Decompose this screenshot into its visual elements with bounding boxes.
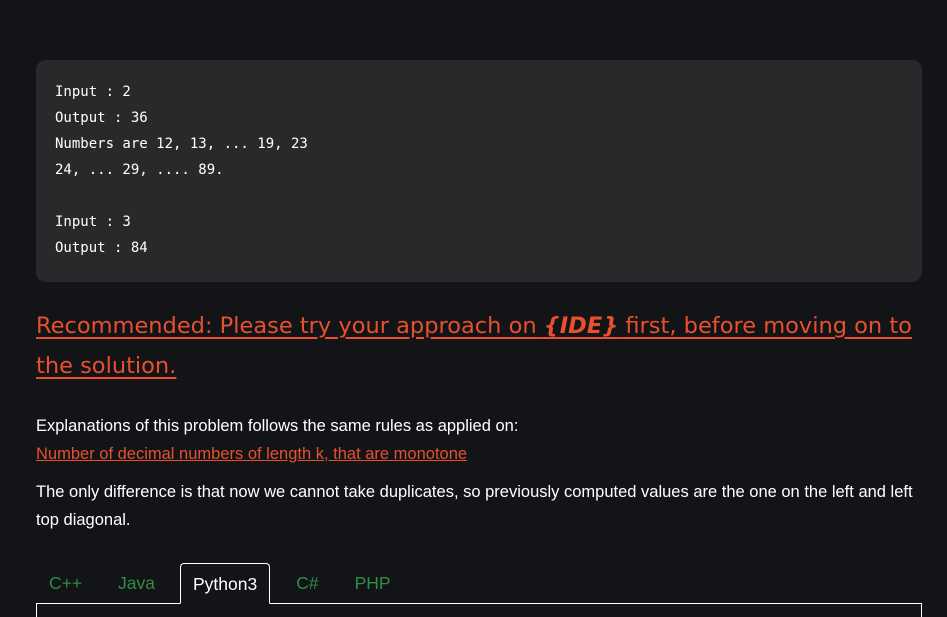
explanation-intro: Explanations of this problem follows the…	[36, 417, 519, 435]
tab-python3[interactable]: Python3	[180, 563, 271, 604]
ide-label: {IDE}	[543, 313, 619, 339]
code-line: Output : 36	[55, 110, 148, 126]
tab-csharp[interactable]: C#	[270, 563, 331, 604]
monotone-numbers-link[interactable]: Number of decimal numbers of length k, t…	[36, 440, 467, 468]
language-tabs: C++ Java Python3 C# PHP	[36, 563, 404, 604]
tab-php[interactable]: PHP	[332, 563, 404, 604]
explanation-detail: The only difference is that now we canno…	[36, 483, 913, 529]
code-line: 24, ... 29, .... 89.	[55, 162, 224, 178]
recommended-ide-link[interactable]: Recommended: Please try your approach on…	[36, 306, 926, 386]
tab-java[interactable]: Java	[92, 563, 180, 604]
example-code-block: Input : 2 Output : 36 Numbers are 12, 13…	[36, 60, 922, 282]
code-line: Input : 2	[55, 84, 131, 100]
tab-cpp[interactable]: C++	[36, 563, 92, 604]
code-panel	[36, 603, 922, 617]
explanation-section: Explanations of this problem follows the…	[36, 412, 936, 534]
recommend-prefix: Recommended: Please try your approach on	[36, 313, 544, 339]
code-line: Output : 84	[55, 240, 148, 256]
code-line: Numbers are 12, 13, ... 19, 23	[55, 136, 308, 152]
code-line: Input : 3	[55, 214, 131, 230]
